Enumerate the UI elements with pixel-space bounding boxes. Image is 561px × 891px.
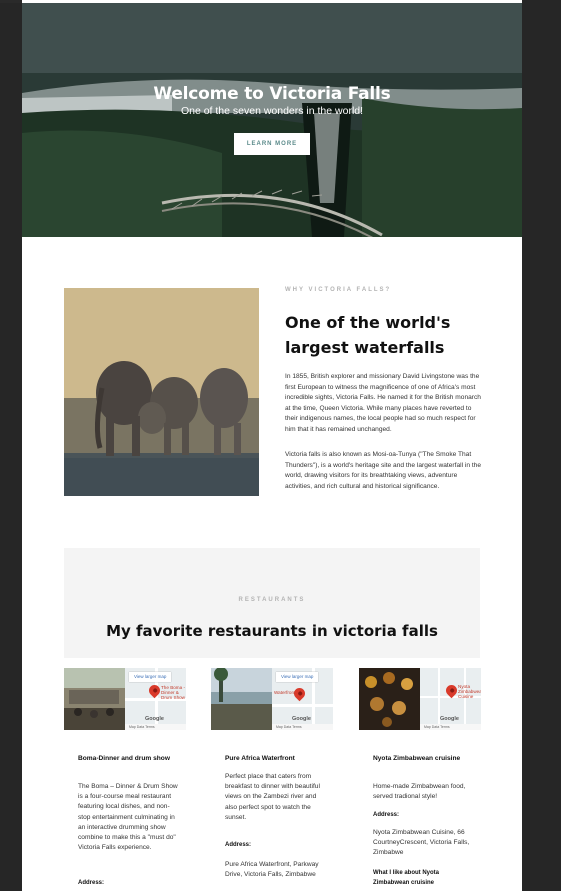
map-place-label: Nyota Zimbabwean Cuisine (458, 684, 481, 699)
google-logo: Google (440, 716, 459, 722)
hero-banner: Welcome to Victoria Falls One of the sev… (22, 3, 522, 237)
google-logo: Google (292, 716, 311, 722)
restaurant-map[interactable]: Nyota Zimbabwean Cuisine Google Map Data… (420, 668, 481, 730)
restaurant-name: Pure Africa Waterfront (225, 755, 295, 762)
restaurant-name: Nyota Zimbabwean cruisine (373, 755, 461, 762)
restaurant-description: Perfect place that caters from breakfast… (225, 773, 320, 821)
restaurant-address: Nyota Zimbabwean Cuisine, 66 CourtneyCre… (373, 829, 470, 857)
view-larger-map-link[interactable]: View larger map (276, 672, 319, 682)
hero-subtitle: One of the seven wonders in the world! (180, 105, 364, 117)
about-paragraph-1: In 1855, British explorer and missionary… (285, 373, 481, 433)
waterfall-landscape-image (22, 3, 522, 237)
google-logo: Google (145, 716, 164, 722)
page: Welcome to Victoria Falls One of the sev… (22, 0, 522, 891)
learn-more-button[interactable]: LEARN MORE (234, 133, 310, 155)
view-larger-map-link[interactable]: View larger map (129, 672, 172, 682)
restaurant-description: Home-made Zimbabwean food, served tradio… (373, 783, 466, 801)
map-place-label: Waterfront (274, 690, 296, 695)
restaurant-photo (359, 668, 420, 730)
map-place-label: The Boma - Dinner & Drum Show (161, 685, 185, 700)
about-eyebrow: WHY VICTORIA FALLS? (285, 287, 392, 293)
map-footer: Map Data Terms (125, 724, 186, 730)
about-paragraph-2: Victoria falls is also known as Mosi-oa-… (285, 451, 482, 490)
map-footer: Map Data Terms (272, 724, 333, 730)
map-footer: Map Data Terms (420, 724, 481, 730)
restaurant-photo (64, 668, 125, 730)
map-pin-icon (146, 682, 163, 699)
restaurant-description: The Boma – Dinner & Drum Show is a four-… (78, 783, 178, 852)
hero-title: Welcome to Victoria Falls (153, 84, 391, 104)
restaurant-photo (211, 668, 272, 730)
address-label: Address: (78, 880, 105, 886)
restaurants-header-band (64, 548, 480, 658)
restaurant-card-pure-africa: View larger map Waterfront Google Map Da… (211, 658, 333, 891)
restaurant-map[interactable]: View larger map The Boma - Dinner & Drum… (125, 668, 186, 730)
elephants-image (64, 288, 259, 496)
address-label: Address: (225, 842, 252, 848)
address-label: Address: (373, 812, 400, 818)
restaurant-card-nyota: Nyota Zimbabwean Cuisine Google Map Data… (359, 658, 481, 891)
restaurant-map[interactable]: View larger map Waterfront Google Map Da… (272, 668, 333, 730)
about-title: One of the world's largest waterfalls (285, 313, 451, 357)
restaurant-address: Pure Africa Waterfront, Parkway Drive, V… (225, 861, 319, 879)
restaurant-card-boma: View larger map The Boma - Dinner & Drum… (64, 658, 186, 891)
what-i-like-heading: What I like about Nyota Zimbabwean cruis… (373, 870, 440, 886)
restaurants-eyebrow: RESTAURANTS (238, 597, 306, 603)
scroll-gutter (522, 0, 561, 891)
restaurant-name: Boma-Dinner and drum show (78, 755, 170, 762)
restaurants-title: My favorite restaurants in victoria fall… (106, 622, 438, 640)
